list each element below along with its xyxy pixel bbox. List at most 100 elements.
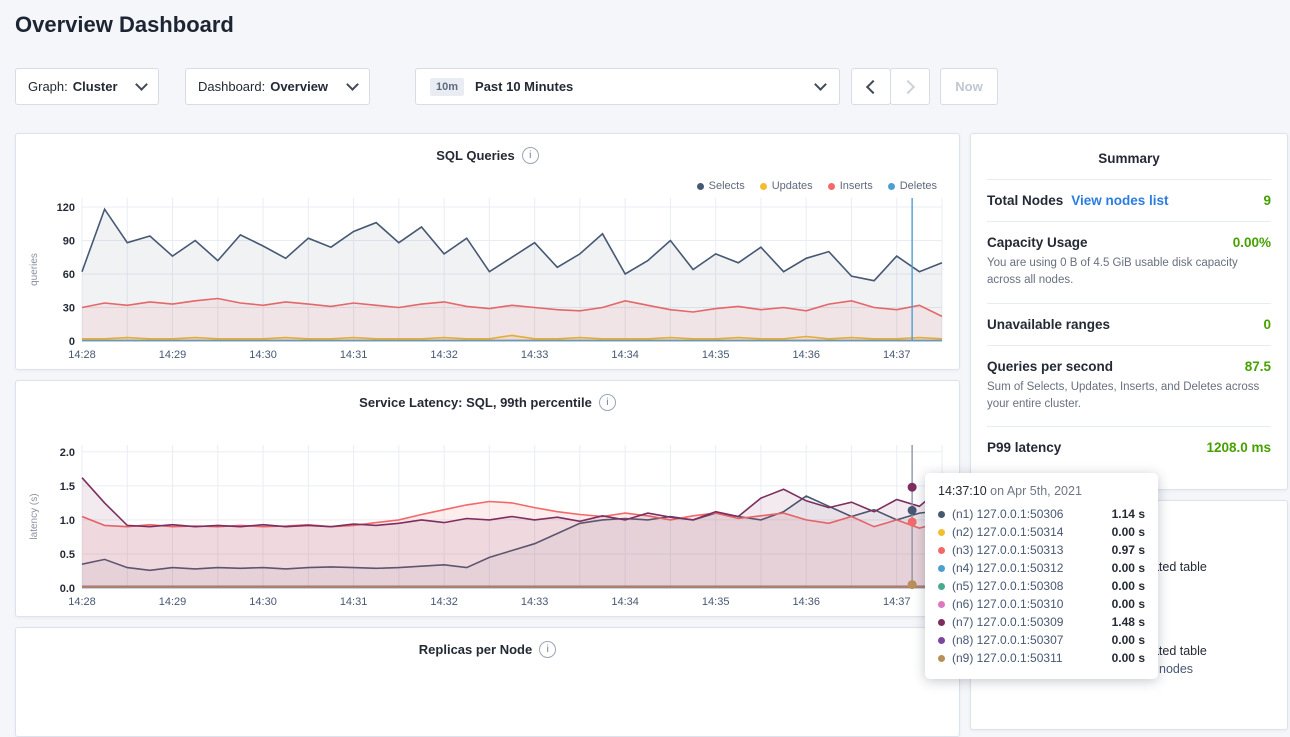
tooltip-node-label: (n8) 127.0.0.1:50307 (952, 633, 1105, 647)
overview-dashboard-page: { "page": { "title": "Overview Dashboard… (0, 0, 1290, 689)
svg-text:14:34: 14:34 (611, 596, 639, 608)
series-color-dot (938, 547, 945, 554)
time-range-dropdown[interactable]: 10m Past 10 Minutes (415, 68, 840, 105)
svg-text:14:33: 14:33 (521, 596, 549, 608)
summary-row-description: You are using 0 B of 4.5 GiB usable disk… (987, 255, 1271, 290)
series-color-dot (938, 619, 945, 626)
svg-text:14:36: 14:36 (792, 349, 820, 361)
svg-text:queries: queries (29, 253, 40, 286)
tooltip-node-row: (n3) 127.0.0.1:503130.97 s (938, 541, 1145, 559)
svg-text:1.0: 1.0 (60, 515, 75, 527)
tooltip-node-value: 1.14 s (1112, 507, 1145, 521)
prev-range-button[interactable] (851, 68, 891, 105)
series-color-dot (938, 565, 945, 572)
series-color-dot (938, 511, 945, 518)
tooltip-node-row: (n7) 127.0.0.1:503091.48 s (938, 613, 1145, 631)
chevron-down-icon (814, 78, 827, 91)
time-range-badge: 10m (430, 78, 464, 96)
chevron-left-icon (866, 79, 880, 93)
series-color-dot (938, 637, 945, 644)
tooltip-date: on Apr 5th, 2021 (990, 484, 1082, 498)
tooltip-node-value: 0.00 s (1112, 561, 1145, 575)
tooltip-rows: (n1) 127.0.0.1:50306 1.14 s (n2) 127.0.0.1… (938, 505, 1145, 667)
svg-text:1.5: 1.5 (60, 481, 75, 493)
svg-text:14:29: 14:29 (159, 596, 187, 608)
summary-row-label: Unavailable ranges (987, 317, 1110, 332)
now-button[interactable]: Now (940, 68, 998, 105)
tooltip-node-label: (n6) 127.0.0.1:50310 (952, 597, 1105, 611)
summary-row-value: 0.00% (1233, 235, 1271, 250)
svg-text:latency (s): latency (s) (29, 493, 40, 539)
chevron-down-icon (346, 78, 359, 91)
dashboard-dropdown[interactable]: Dashboard: Overview (185, 68, 370, 105)
legend-color-dot (760, 183, 767, 190)
hover-tooltip: 14:37:10 on Apr 5th, 2021 (n1) 127.0.0.1… (925, 473, 1158, 679)
svg-text:14:28: 14:28 (68, 349, 96, 361)
chart-title: SQL Queries i (16, 147, 959, 164)
replicas-chart-card: Replicas per Node i (15, 627, 960, 737)
sql-queries-chart-card: SQL Queries i SelectsUpdatesInsertsDelet… (15, 133, 960, 370)
tooltip-node-value: 0.00 s (1112, 597, 1145, 611)
svg-text:14:30: 14:30 (249, 596, 277, 608)
svg-text:14:37: 14:37 (883, 596, 911, 608)
summary-panel: Summary Total Nodes View nodes list 9 Ca… (970, 133, 1288, 490)
summary-row-label: Queries per second (987, 359, 1113, 374)
tooltip-node-label: (n4) 127.0.0.1:50312 (952, 561, 1105, 575)
summary-row-label: Total Nodes (987, 193, 1063, 208)
summary-row-value: 9 (1263, 193, 1271, 208)
svg-text:0.0: 0.0 (60, 583, 75, 595)
svg-text:14:32: 14:32 (430, 596, 458, 608)
svg-text:14:31: 14:31 (340, 349, 368, 361)
view-nodes-link[interactable]: View nodes list (1071, 193, 1168, 208)
service-latency-chart[interactable]: 0.00.51.01.52.014:2814:2914:3014:3114:32… (24, 437, 954, 612)
service-latency-chart-card: Service Latency: SQL, 99th percentile i … (15, 380, 960, 617)
svg-text:60: 60 (63, 269, 75, 281)
tooltip-node-label: (n5) 127.0.0.1:50308 (952, 579, 1105, 593)
svg-text:14:33: 14:33 (521, 349, 549, 361)
tooltip-node-row: (n9) 127.0.0.1:503110.00 s (938, 649, 1145, 667)
svg-text:30: 30 (63, 302, 75, 314)
svg-text:14:35: 14:35 (702, 349, 730, 361)
legend-color-dot (828, 183, 835, 190)
page-title: Overview Dashboard (15, 12, 234, 38)
info-icon[interactable]: i (539, 641, 556, 658)
summary-row-label: P99 latency (987, 440, 1061, 455)
chevron-right-icon (901, 79, 915, 93)
tooltip-node-row: (n8) 127.0.0.1:50307 0.00 s (938, 631, 1145, 649)
legend-color-dot (697, 183, 704, 190)
summary-row-label: Capacity Usage (987, 235, 1088, 250)
summary-row-value: 87.5 (1245, 359, 1271, 374)
chart-title-text: Replicas per Node (419, 642, 532, 657)
svg-text:120: 120 (57, 202, 75, 214)
tooltip-node-row: (n4) 127.0.0.1:50312 0.00 s (938, 559, 1145, 577)
svg-text:14:32: 14:32 (430, 349, 458, 361)
svg-text:90: 90 (63, 235, 75, 247)
dashboard-dropdown-value: Overview (270, 79, 328, 94)
tooltip-node-value: 0.00 s (1112, 633, 1145, 647)
time-range-label: Past 10 Minutes (475, 79, 573, 94)
info-icon[interactable]: i (522, 147, 539, 164)
svg-text:14:37: 14:37 (883, 349, 911, 361)
summary-row-p99: P99 latency 1208.0 ms (987, 426, 1271, 468)
summary-row-unavailable-ranges: Unavailable ranges 0 (987, 303, 1271, 345)
chart-title: Service Latency: SQL, 99th percentile i (16, 394, 959, 411)
tooltip-node-value: 0.00 s (1112, 651, 1145, 665)
tooltip-node-label: (n3) 127.0.0.1:50313 (952, 543, 1105, 557)
chart-title-text: SQL Queries (436, 148, 515, 163)
summary-title: Summary (987, 134, 1271, 179)
tooltip-node-label: (n1) 127.0.0.1:50306 (952, 507, 1105, 521)
summary-row-value: 0 (1263, 317, 1271, 332)
next-range-button[interactable] (890, 68, 930, 105)
series-color-dot (938, 583, 945, 590)
info-icon[interactable]: i (599, 394, 616, 411)
svg-text:14:34: 14:34 (611, 349, 639, 361)
graph-dropdown-label: Graph: (28, 79, 68, 94)
summary-row-qps: Queries per second 87.5 Sum of Selects, … (987, 345, 1271, 427)
graph-dropdown[interactable]: Graph: Cluster (15, 68, 159, 105)
sql-queries-chart[interactable]: 030609012014:2814:2914:3014:3114:3214:33… (24, 190, 954, 365)
tooltip-node-label: (n2) 127.0.0.1:50314 (952, 525, 1105, 539)
svg-text:14:31: 14:31 (340, 596, 368, 608)
svg-text:0: 0 (69, 336, 75, 348)
svg-text:14:28: 14:28 (68, 596, 96, 608)
summary-row-value: 1208.0 ms (1206, 440, 1271, 455)
